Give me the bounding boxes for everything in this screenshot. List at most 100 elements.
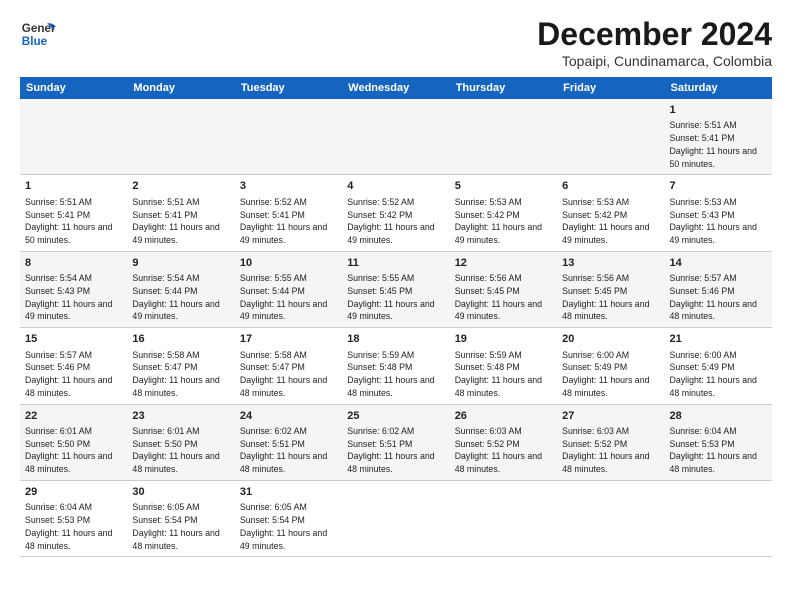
table-row (127, 99, 234, 175)
col-tuesday: Tuesday (235, 77, 342, 99)
table-row: 19 Sunrise: 5:59 AMSunset: 5:48 PMDayligh… (450, 328, 557, 404)
table-row: 20Sunrise: 6:00 AMSunset: 5:49 PMDayligh… (557, 328, 664, 404)
day-number: 21 (670, 332, 767, 347)
day-number: 9 (132, 256, 229, 271)
day-number: 4 (347, 179, 444, 194)
day-number: 22 (25, 409, 122, 424)
day-info: Sunrise: 5:53 AMSunset: 5:42 PMDaylight:… (562, 197, 649, 245)
day-info: Sunrise: 5:52 AMSunset: 5:41 PMDaylight:… (240, 197, 327, 245)
day-number: 7 (670, 179, 767, 194)
day-number: 28 (670, 409, 767, 424)
table-row: 5 Sunrise: 5:53 AMSunset: 5:42 PMDaylight… (450, 175, 557, 251)
table-row: 2 Sunrise: 5:51 AMSunset: 5:41 PMDaylight… (127, 175, 234, 251)
day-info: Sunrise: 5:53 AMSunset: 5:43 PMDaylight:… (670, 197, 757, 245)
day-info: Sunrise: 5:58 AMSunset: 5:47 PMDaylight:… (240, 350, 327, 398)
day-number: 2 (132, 179, 229, 194)
table-row: 13Sunrise: 5:56 AMSunset: 5:45 PMDayligh… (557, 251, 664, 327)
day-info: Sunrise: 5:59 AMSunset: 5:48 PMDaylight:… (455, 350, 542, 398)
table-row: 11 Sunrise: 5:55 AMSunset: 5:45 PMDayligh… (342, 251, 449, 327)
day-info: Sunrise: 5:51 AMSunset: 5:41 PMDaylight:… (670, 120, 757, 168)
day-info: Sunrise: 5:57 AMSunset: 5:46 PMDaylight:… (670, 273, 757, 321)
day-number: 29 (25, 485, 122, 500)
table-row (450, 99, 557, 175)
day-info: Sunrise: 6:01 AMSunset: 5:50 PMDaylight:… (132, 426, 219, 474)
day-info: Sunrise: 6:00 AMSunset: 5:49 PMDaylight:… (670, 350, 757, 398)
day-info: Sunrise: 6:03 AMSunset: 5:52 PMDaylight:… (562, 426, 649, 474)
day-info: Sunrise: 5:51 AMSunset: 5:41 PMDaylight:… (132, 197, 219, 245)
day-info: Sunrise: 6:04 AMSunset: 5:53 PMDaylight:… (25, 502, 112, 550)
day-info: Sunrise: 5:59 AMSunset: 5:48 PMDaylight:… (347, 350, 434, 398)
table-row: 24 Sunrise: 6:02 AMSunset: 5:51 PMDayligh… (235, 404, 342, 480)
table-row: 14 Sunrise: 5:57 AMSunset: 5:46 PMDayligh… (665, 251, 772, 327)
table-row: 4 Sunrise: 5:52 AMSunset: 5:42 PMDaylight… (342, 175, 449, 251)
page: General Blue December 2024 Topaipi, Cund… (0, 0, 792, 612)
day-info: Sunrise: 5:58 AMSunset: 5:47 PMDaylight:… (132, 350, 219, 398)
table-row: 31 Sunrise: 6:05 AMSunset: 5:54 PMDayligh… (235, 480, 342, 556)
day-number: 18 (347, 332, 444, 347)
logo: General Blue (20, 16, 56, 52)
col-wednesday: Wednesday (342, 77, 449, 99)
day-number: 6 (562, 179, 659, 194)
day-number: 26 (455, 409, 552, 424)
day-info: Sunrise: 5:56 AMSunset: 5:45 PMDaylight:… (562, 273, 649, 321)
title-block: December 2024 Topaipi, Cundinamarca, Col… (537, 16, 772, 69)
table-row: 1 Sunrise: 5:51 AMSunset: 5:41 PMDaylight… (665, 99, 772, 175)
day-info: Sunrise: 5:52 AMSunset: 5:42 PMDaylight:… (347, 197, 434, 245)
table-row: 16Sunrise: 5:58 AMSunset: 5:47 PMDayligh… (127, 328, 234, 404)
header: General Blue December 2024 Topaipi, Cund… (20, 16, 772, 69)
day-number: 11 (347, 256, 444, 271)
day-number: 30 (132, 485, 229, 500)
table-row: 12Sunrise: 5:56 AMSunset: 5:45 PMDayligh… (450, 251, 557, 327)
table-row: 18 Sunrise: 5:59 AMSunset: 5:48 PMDayligh… (342, 328, 449, 404)
day-info: Sunrise: 5:51 AMSunset: 5:41 PMDaylight:… (25, 197, 112, 245)
day-info: Sunrise: 5:55 AMSunset: 5:45 PMDaylight:… (347, 273, 434, 321)
table-row: 17 Sunrise: 5:58 AMSunset: 5:47 PMDayligh… (235, 328, 342, 404)
table-row: 25Sunrise: 6:02 AMSunset: 5:51 PMDayligh… (342, 404, 449, 480)
table-row: 1 Sunrise: 5:51 AMSunset: 5:41 PMDaylight… (20, 175, 127, 251)
day-info: Sunrise: 6:02 AMSunset: 5:51 PMDaylight:… (347, 426, 434, 474)
day-info: Sunrise: 6:05 AMSunset: 5:54 PMDaylight:… (240, 502, 327, 550)
table-row: 3 Sunrise: 5:52 AMSunset: 5:41 PMDaylight… (235, 175, 342, 251)
day-number: 24 (240, 409, 337, 424)
table-row: 29 Sunrise: 6:04 AMSunset: 5:53 PMDayligh… (20, 480, 127, 556)
day-number: 3 (240, 179, 337, 194)
day-number: 19 (455, 332, 552, 347)
table-row: 27Sunrise: 6:03 AMSunset: 5:52 PMDayligh… (557, 404, 664, 480)
calendar-table: Sunday Monday Tuesday Wednesday Thursday… (20, 77, 772, 557)
table-row (450, 480, 557, 556)
table-row: 8Sunrise: 5:54 AMSunset: 5:43 PMDaylight… (20, 251, 127, 327)
col-sunday: Sunday (20, 77, 127, 99)
day-info: Sunrise: 6:04 AMSunset: 5:53 PMDaylight:… (670, 426, 757, 474)
day-number: 12 (455, 256, 552, 271)
day-number: 1 (25, 179, 122, 194)
day-number: 8 (25, 256, 122, 271)
table-row (20, 99, 127, 175)
calendar-body: 1 Sunrise: 5:51 AMSunset: 5:41 PMDaylight… (20, 99, 772, 557)
day-number: 17 (240, 332, 337, 347)
day-info: Sunrise: 6:03 AMSunset: 5:52 PMDaylight:… (455, 426, 542, 474)
col-thursday: Thursday (450, 77, 557, 99)
table-row: 23 Sunrise: 6:01 AMSunset: 5:50 PMDayligh… (127, 404, 234, 480)
day-number: 23 (132, 409, 229, 424)
col-friday: Friday (557, 77, 664, 99)
day-number: 14 (670, 256, 767, 271)
day-number: 1 (670, 103, 767, 118)
table-row: 9Sunrise: 5:54 AMSunset: 5:44 PMDaylight… (127, 251, 234, 327)
logo-icon: General Blue (20, 16, 56, 52)
day-info: Sunrise: 6:02 AMSunset: 5:51 PMDaylight:… (240, 426, 327, 474)
table-row: 22Sunrise: 6:01 AMSunset: 5:50 PMDayligh… (20, 404, 127, 480)
table-row (342, 480, 449, 556)
col-monday: Monday (127, 77, 234, 99)
table-row: 7 Sunrise: 5:53 AMSunset: 5:43 PMDaylight… (665, 175, 772, 251)
day-info: Sunrise: 5:53 AMSunset: 5:42 PMDaylight:… (455, 197, 542, 245)
day-number: 5 (455, 179, 552, 194)
table-row (235, 99, 342, 175)
svg-text:Blue: Blue (22, 35, 48, 48)
table-row (342, 99, 449, 175)
table-row: 28 Sunrise: 6:04 AMSunset: 5:53 PMDayligh… (665, 404, 772, 480)
day-number: 31 (240, 485, 337, 500)
table-row (557, 480, 664, 556)
table-row: 30Sunrise: 6:05 AMSunset: 5:54 PMDayligh… (127, 480, 234, 556)
day-number: 10 (240, 256, 337, 271)
page-title: December 2024 (537, 16, 772, 53)
